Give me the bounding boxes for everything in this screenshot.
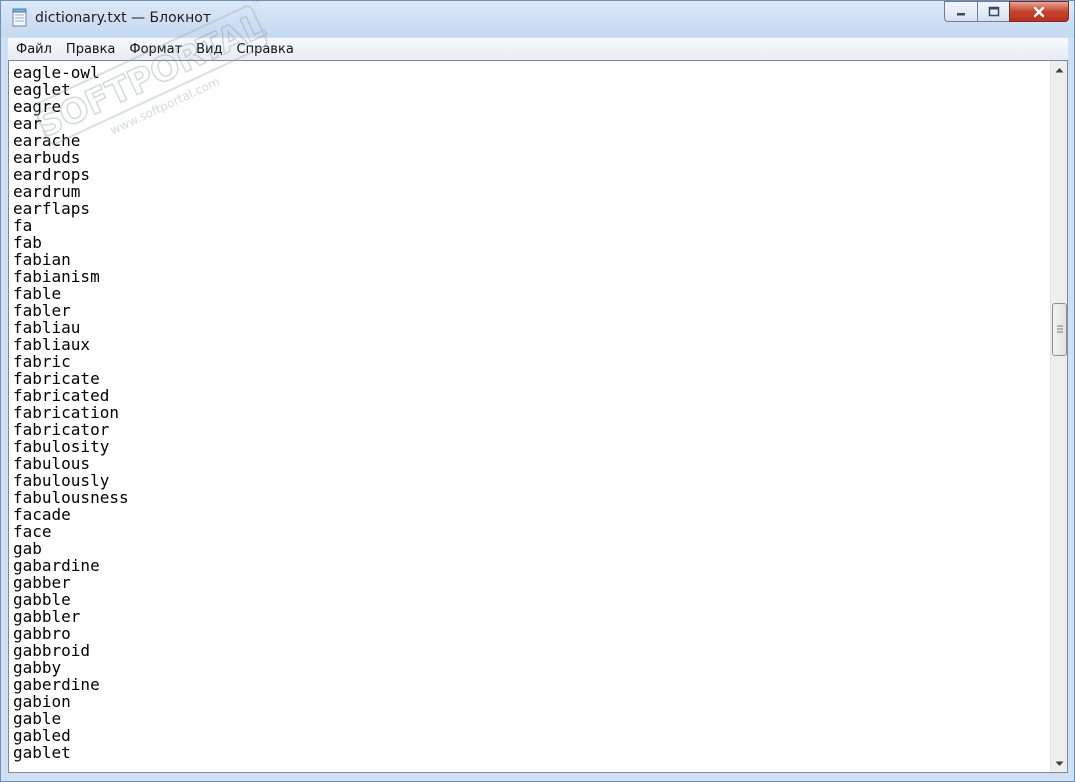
text-line: fa [13, 216, 33, 235]
text-line: face [13, 522, 52, 541]
text-line: fabulous [13, 454, 91, 473]
scroll-up-button[interactable] [1051, 61, 1067, 78]
maximize-icon [988, 6, 999, 17]
menu-bar: Файл Правка Формат Вид Справка [8, 38, 1068, 60]
text-line: gabbroid [13, 641, 91, 660]
scroll-down-arrow-icon [1055, 761, 1064, 766]
text-line: eardrops [13, 165, 91, 184]
notepad-window: dictionary.txt — Блокнот Файл Правка Фор… [0, 0, 1075, 782]
text-line: fabricate [13, 369, 100, 388]
text-line: fabulously [13, 471, 110, 490]
text-line: fabliau [13, 318, 81, 337]
text-line: gab [13, 539, 42, 558]
menu-format[interactable]: Формат [122, 42, 189, 57]
text-line: earache [13, 131, 81, 150]
text-line: fabianism [13, 267, 100, 286]
text-area[interactable]: eagle-owl eaglet eagre ear earache earbu… [13, 64, 1043, 770]
text-line: fabulousness [13, 488, 129, 507]
text-line: earflaps [13, 199, 91, 218]
text-line: fabrication [13, 403, 119, 422]
text-line: fable [13, 284, 62, 303]
text-line: gaberdine [13, 675, 100, 694]
text-line: gable [13, 709, 62, 728]
text-line: gabbler [13, 607, 81, 626]
text-line: facade [13, 505, 71, 524]
close-icon [1033, 6, 1045, 17]
maximize-button[interactable] [977, 1, 1009, 22]
text-line: gabber [13, 573, 71, 592]
text-line: eagre [13, 97, 62, 116]
grip-icon [1057, 325, 1063, 333]
menu-edit[interactable]: Правка [59, 42, 122, 57]
text-line: gabbro [13, 624, 71, 643]
text-line: fabricated [13, 386, 110, 405]
vertical-scrollbar[interactable] [1050, 61, 1067, 772]
text-editor[interactable]: eagle-owl eaglet eagre ear earache earbu… [8, 60, 1068, 773]
text-line: gabion [13, 692, 71, 711]
scroll-up-arrow-icon [1055, 67, 1064, 72]
minimize-icon [957, 12, 965, 15]
notepad-icon[interactable] [12, 8, 27, 27]
text-line: gablet [13, 743, 71, 762]
close-button[interactable] [1009, 1, 1069, 22]
text-line: ear [13, 114, 42, 133]
text-line: earbuds [13, 148, 81, 167]
text-line: gabby [13, 658, 62, 677]
text-line: fab [13, 233, 42, 252]
window-title: dictionary.txt — Блокнот [35, 10, 211, 26]
text-line: eardrum [13, 182, 81, 201]
menu-view[interactable]: Вид [189, 42, 229, 57]
text-line: eagle-owl [13, 64, 100, 82]
text-line: fabian [13, 250, 71, 269]
caption-buttons [944, 1, 1069, 22]
scroll-thumb[interactable] [1052, 303, 1067, 356]
title-bar[interactable]: dictionary.txt — Блокнот [1, 1, 1074, 37]
text-line: fabulosity [13, 437, 110, 456]
text-line: gabled [13, 726, 71, 745]
text-line: gabardine [13, 556, 100, 575]
menu-file[interactable]: Файл [8, 42, 59, 57]
text-line: fabricator [13, 420, 110, 439]
text-line: fabler [13, 301, 71, 320]
minimize-button[interactable] [944, 1, 977, 22]
menu-help[interactable]: Справка [230, 42, 301, 57]
scroll-down-button[interactable] [1051, 755, 1067, 772]
text-line: eaglet [13, 80, 71, 99]
text-line: gabble [13, 590, 71, 609]
text-line: fabric [13, 352, 71, 371]
text-line: fabliaux [13, 335, 91, 354]
